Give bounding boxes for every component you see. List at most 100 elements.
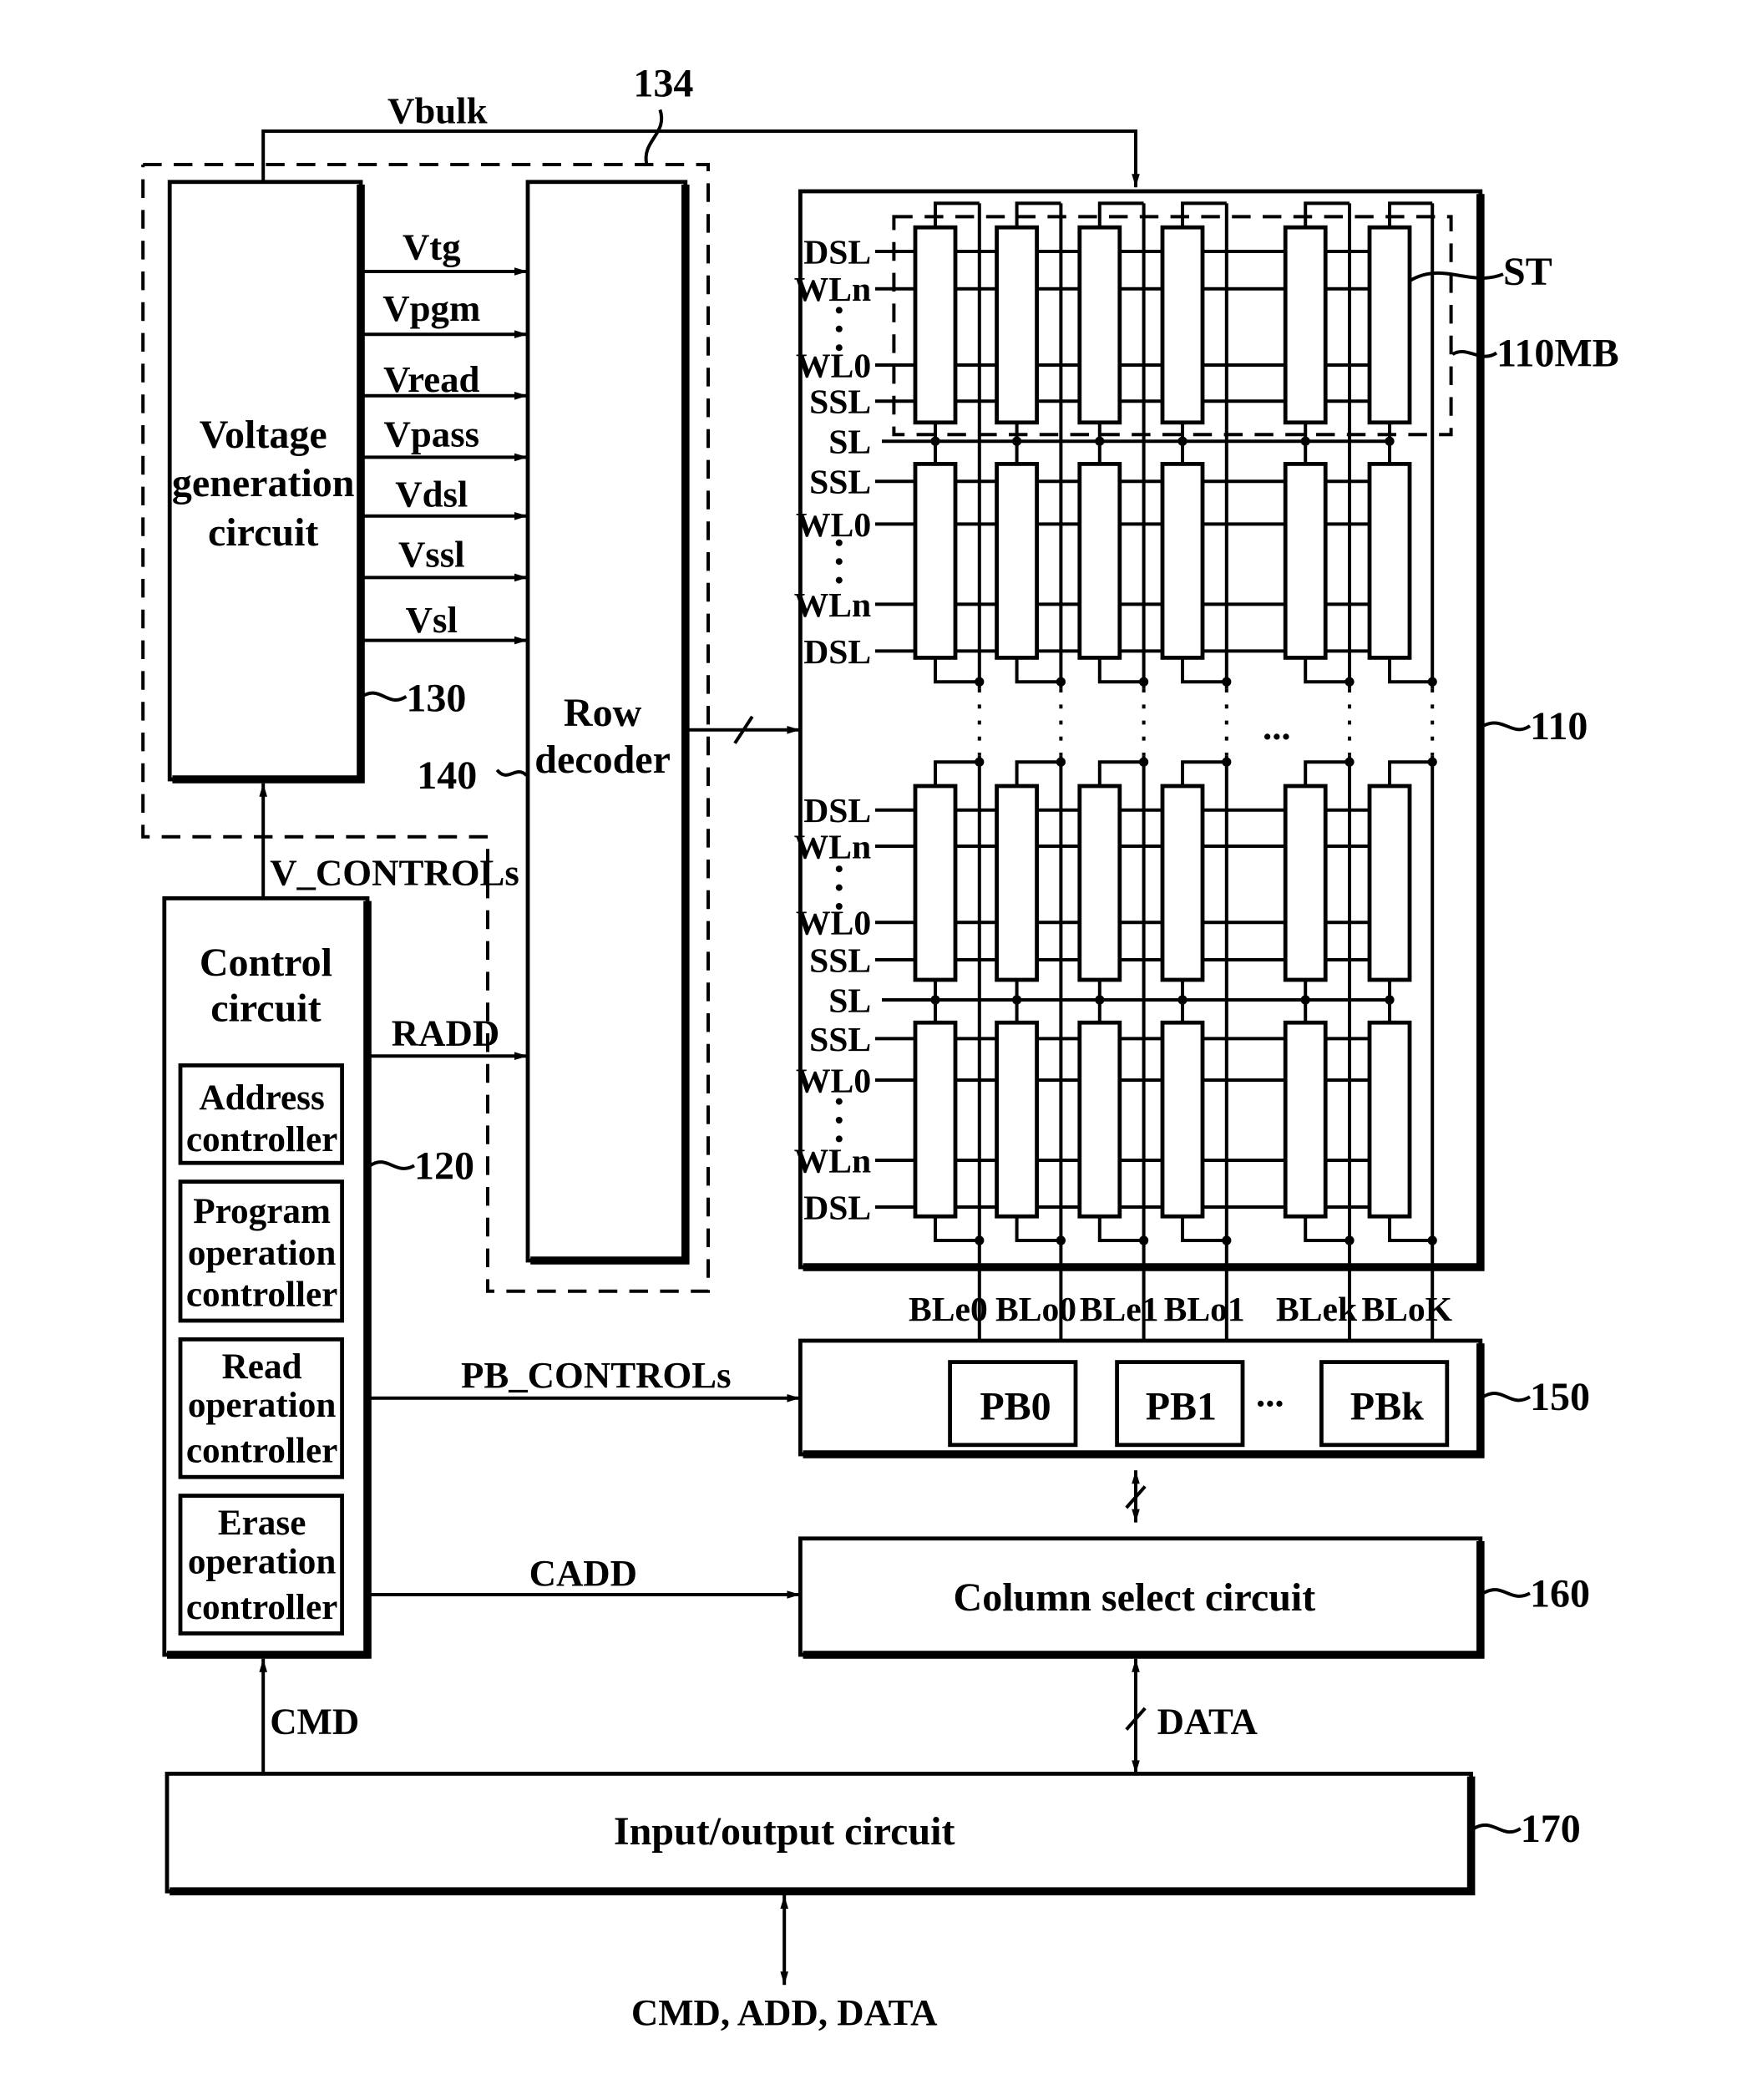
junction-dot: [1222, 677, 1232, 687]
program-controller-line-3: controller: [186, 1275, 337, 1314]
row-label: WLn: [794, 586, 871, 624]
vgen-label-3: circuit: [208, 510, 318, 555]
ref-110: 110: [1530, 704, 1588, 748]
signal-vtg: Vtg: [403, 226, 461, 268]
ref-110mb: 110MB: [1496, 332, 1619, 376]
row-ellipsis-dot: [835, 1135, 843, 1143]
input-output-circuit: Input/output circuit 170 CMD, ADD, DATA: [165, 1771, 1581, 2033]
signal-data: DATA: [1157, 1700, 1258, 1742]
row-ellipsis-dot: [835, 1117, 843, 1124]
bitline-labels: BLe0 BLo0 BLe1 BLo1 BLek BLoK: [909, 1290, 1453, 1328]
vbulk-label: Vbulk: [387, 89, 488, 131]
ref-120: 120: [414, 1144, 474, 1188]
ref-160: 160: [1530, 1571, 1590, 1616]
row-label: WL0: [796, 1061, 871, 1099]
row-label: WLn: [794, 827, 871, 865]
junction-dot: [975, 757, 985, 767]
row-label: DSL: [803, 791, 871, 829]
row-label: WL0: [796, 904, 871, 942]
row-label: SSL: [809, 383, 871, 421]
source-dot: [1300, 436, 1310, 446]
source-dot: [1012, 995, 1022, 1005]
pbk-label: PBk: [1350, 1384, 1424, 1428]
erase-controller-line-3: controller: [186, 1588, 337, 1627]
signal-v-controls: V_CONTROLs: [270, 851, 519, 893]
erase-controller-line-2: operation: [188, 1542, 337, 1581]
junction-dot: [1427, 757, 1437, 767]
read-controller-line-2: operation: [188, 1386, 337, 1425]
cell-string: [1077, 784, 1122, 982]
row-label: WLn: [794, 270, 871, 308]
bitline-blo1: BLo1: [1164, 1290, 1245, 1328]
junction-dot: [1345, 677, 1355, 687]
cell-string: [1283, 225, 1328, 425]
source-dot: [1177, 436, 1188, 446]
cell-string: [1160, 784, 1205, 982]
signal-radd: RADD: [392, 1012, 499, 1053]
signal-vssl: Vssl: [398, 534, 465, 576]
row-decoder-label-1: Row: [564, 691, 642, 735]
cell-string: [1077, 1020, 1122, 1219]
cell-string: [913, 462, 958, 660]
pb0-label: PB0: [980, 1384, 1051, 1428]
cell-string: [995, 1020, 1040, 1219]
ref-134: 134: [633, 61, 693, 105]
cell-string: [1160, 225, 1205, 425]
pb-column-bus: [1125, 1470, 1147, 1523]
row-ellipsis-dot: [835, 576, 843, 584]
cell-string: [913, 784, 958, 982]
ref-130: 130: [406, 676, 466, 720]
signal-vpass: Vpass: [384, 413, 480, 455]
junction-dot: [1139, 677, 1149, 687]
cell-string: [1077, 462, 1122, 660]
source-dot: [1385, 436, 1395, 446]
junction-dot: [1139, 1235, 1149, 1245]
bitline-ble1: BLe1: [1080, 1290, 1159, 1328]
cell-string: [995, 462, 1040, 660]
ref-170: 170: [1521, 1807, 1581, 1851]
cell-string: [1283, 1020, 1328, 1219]
source-dot: [1300, 995, 1310, 1005]
cell-string: [1283, 462, 1328, 660]
row-label: SSL: [809, 1020, 871, 1058]
signal-cmd: CMD: [270, 1700, 359, 1742]
bitline-blek: BLek: [1276, 1290, 1358, 1328]
cell-string: [1367, 784, 1412, 982]
column-select-circuit: Column select circuit 160: [798, 1536, 1590, 1659]
program-controller-line-2: operation: [188, 1234, 337, 1273]
pb-ellipsis: ...: [1256, 1372, 1284, 1414]
vbulk-connection: Vbulk: [261, 89, 1140, 188]
source-dot: [1095, 436, 1105, 446]
cell-string: [1367, 225, 1412, 425]
source-dot: [930, 995, 940, 1005]
column-select-label: Column select circuit: [954, 1575, 1316, 1620]
array-ellipsis: ...: [1263, 706, 1291, 748]
address-controller-line-1: Address: [199, 1078, 324, 1118]
row-ellipsis-dot: [835, 1098, 843, 1105]
junction-dot: [1345, 757, 1355, 767]
source-dot: [1177, 995, 1188, 1005]
bitline-blo0: BLo0: [995, 1290, 1076, 1328]
ref-st: ST: [1503, 250, 1552, 294]
source-dot: [930, 436, 940, 446]
bitline-blok: BLoK: [1361, 1290, 1452, 1328]
cell-string: [1160, 1020, 1205, 1219]
junction-dot: [1222, 757, 1232, 767]
source-dot: [1385, 995, 1395, 1005]
junction-dot: [1139, 757, 1149, 767]
page-buffer-group: PB0 PB1 ... PBk 150: [798, 1338, 1590, 1458]
junction-dot: [1222, 1235, 1232, 1245]
source-dot: [1095, 995, 1105, 1005]
erase-controller-line-1: Erase: [218, 1504, 306, 1543]
row-label: WL0: [796, 346, 871, 384]
cell-string: [995, 784, 1040, 982]
row-decoder: Row decoder 140: [417, 180, 801, 1265]
row-decoder-label-2: decoder: [534, 738, 671, 782]
signal-vread: Vread: [383, 358, 479, 400]
control-label-1: Control: [200, 941, 332, 985]
junction-dot: [1427, 677, 1437, 687]
cell-string: [1283, 784, 1328, 982]
cell-string: [913, 1020, 958, 1219]
cell-string: [995, 225, 1040, 425]
junction-dot: [1345, 1235, 1355, 1245]
